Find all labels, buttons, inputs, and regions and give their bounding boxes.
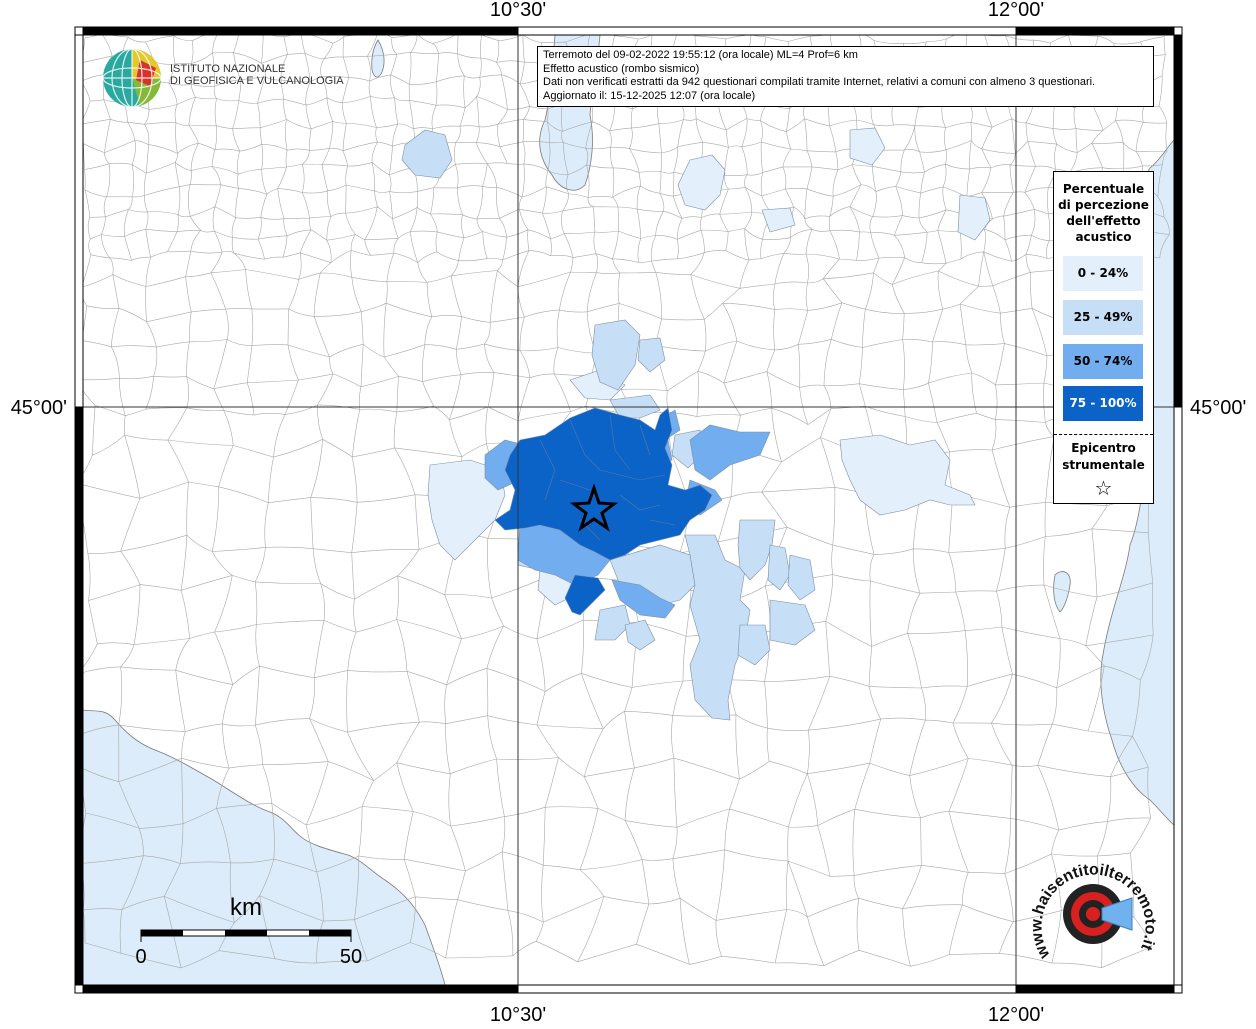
legend-item-0-24: 0 - 24% (1063, 256, 1143, 291)
ingv-name: ISTITUTO NAZIONALE DI GEOFISICA E VULCAN… (170, 63, 344, 87)
legend-item-50-74: 50 - 74% (1063, 344, 1143, 379)
ingv-logo: ISTITUTO NAZIONALE DI GEOFISICA E VULCAN… (100, 46, 344, 112)
legend-title-line: Percentuale (1062, 182, 1145, 196)
lon-label-bottom-1: 10°30' (490, 1004, 546, 1024)
event-title: Terremoto del 09-02-2022 19:55:12 (ora l… (543, 49, 858, 61)
intensity-map: 10°30' 12°00' 10°30' 12°00' 45°00' 45°00… (11, 0, 1247, 1026)
event-subtitle: Effetto acustico (rombo sismico) (543, 62, 700, 75)
legend-epicenter: Epicentro strumentale (1054, 440, 1153, 474)
scale-min-label: 0 (135, 946, 146, 968)
event-data-note: Dati non verificati estratti da 942 ques… (543, 76, 1096, 88)
lon-label-bottom-2: 12°00' (988, 1004, 1044, 1024)
ingv-line-2: DI GEOFISICA E VULCANOLOGIA (170, 75, 344, 87)
globe-logo-icon (102, 48, 162, 108)
legend-separator (1054, 434, 1153, 435)
legend-star-icon: ☆ (1094, 476, 1113, 500)
scale-unit: km (230, 894, 262, 921)
lat-label-right: 45°00' (1190, 397, 1246, 419)
legend-title-line: dell'effetto (1066, 214, 1141, 228)
legend-item-25-49: 25 - 49% (1063, 300, 1143, 335)
legend-title: Percentuale di percezione dell'effetto a… (1054, 181, 1153, 245)
legend: Percentuale di percezione dell'effetto a… (1053, 171, 1154, 504)
event-info-box: Terremoto del 09-02-2022 19:55:12 (ora l… (537, 46, 1154, 107)
legend-title-line: acustico (1075, 230, 1132, 244)
lat-label-left: 45°00' (11, 397, 67, 419)
legend-epicenter-line-2: strumentale (1062, 458, 1145, 472)
lon-label-top-2: 12°00' (988, 0, 1044, 21)
event-updated: Aggiornato il: 15-12-2025 12:07 (ora loc… (543, 89, 756, 102)
lon-label-top-1: 10°30' (490, 0, 546, 21)
map-root: 10°30' 12°00' 10°30' 12°00' 45°00' 45°00… (0, 0, 1256, 1026)
legend-item-75-100: 75 - 100% (1063, 386, 1143, 421)
ingv-line-1: ISTITUTO NAZIONALE (170, 63, 286, 75)
scale-max-label: 50 (340, 946, 362, 968)
legend-epicenter-line-1: Epicentro (1071, 441, 1136, 455)
legend-title-line: di percezione (1058, 198, 1149, 212)
